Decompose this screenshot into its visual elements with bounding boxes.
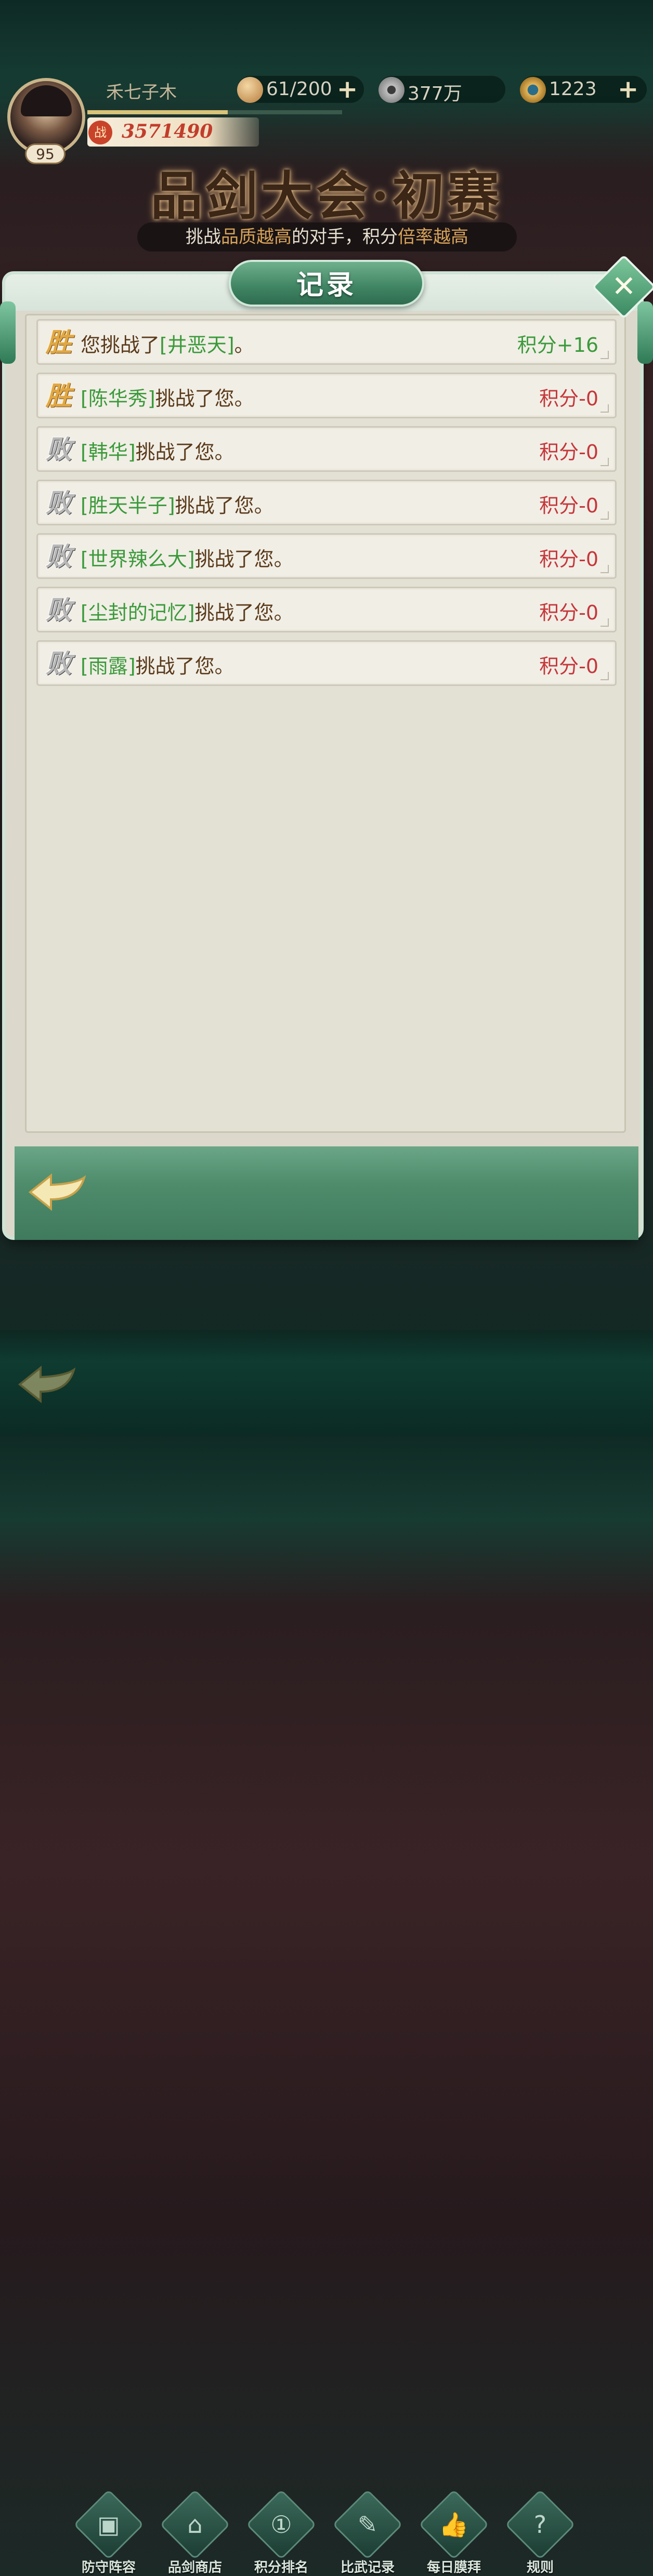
shop-icon-glyph: ⌂: [187, 2511, 203, 2539]
record-suffix: 挑战了您。: [175, 494, 274, 517]
record-opponent: [胜天半子]: [81, 494, 175, 517]
nav-label: 每日膜拜: [426, 2560, 481, 2575]
record-row: 胜您挑战了[井恶天]。 积分+16: [36, 319, 617, 365]
record-suffix: 挑战了您。: [194, 601, 294, 624]
close-icon[interactable]: ✕: [601, 264, 647, 310]
back-arrow-icon[interactable]: [28, 1172, 86, 1212]
record-row: 败 [雨露]挑战了您。 积分-0: [36, 640, 617, 686]
banner-subtitle-highlight: 倍率越高: [398, 227, 468, 247]
record-prefix: 您挑战了: [81, 334, 160, 356]
corner-ornament: [600, 672, 609, 680]
jade-ring-icon: [520, 77, 546, 103]
win-badge-icon: 胜: [46, 380, 72, 411]
nav-item-rules[interactable]: ? 规则: [505, 2489, 576, 2575]
nav-item-shop[interactable]: ⌂ 品剑商店: [160, 2489, 230, 2575]
bun-icon: [237, 77, 263, 103]
corner-ornament: [600, 565, 609, 573]
record-message: [尘封的记忆]挑战了您。: [81, 597, 294, 625]
banner-subtitle-part: 挑战: [186, 227, 221, 247]
nav-item-formation[interactable]: ▣ 防守阵容: [73, 2489, 144, 2575]
record-suffix: 。: [234, 334, 254, 356]
resource-bun-value: 61/200: [266, 78, 332, 100]
copper-coin-icon: [378, 77, 404, 103]
lose-badge-icon: 败: [46, 595, 72, 625]
record-suffix: 挑战了您。: [135, 441, 234, 464]
record-opponent: [世界辣么大]: [81, 548, 195, 571]
left-tassel-ornament: [0, 301, 16, 364]
avatar-hair: [21, 85, 72, 116]
rules-icon-glyph: ?: [533, 2511, 547, 2539]
record-message: [世界辣么大]挑战了您。: [81, 543, 294, 572]
corner-ornament: [600, 458, 609, 466]
record-score: 积分-0: [539, 655, 598, 678]
banner-subtitle-highlight: 品质越高: [221, 227, 292, 247]
lose-badge-icon: 败: [46, 648, 72, 679]
record-modal-footer: [15, 1146, 638, 1240]
formation-icon-glyph: ▣: [97, 2511, 120, 2539]
banner-subtitle-part: 的对手，积分: [292, 227, 398, 247]
bottom-bar: [0, 1330, 653, 1434]
back-arrow-icon[interactable]: [18, 1365, 76, 1404]
corner-ornament: [600, 618, 609, 627]
record-suffix: 挑战了您。: [135, 655, 234, 678]
banner-subtitle: 挑战品质越高的对手，积分倍率越高: [137, 222, 517, 252]
lose-badge-icon: 败: [46, 541, 72, 572]
record-opponent: [尘封的记忆]: [81, 601, 195, 624]
lose-badge-icon: 败: [46, 434, 72, 465]
record-score: 积分-0: [539, 494, 598, 517]
corner-ornament: [600, 404, 609, 413]
record-row: 败 [韩华]挑战了您。 积分-0: [36, 426, 617, 472]
record-message: [胜天半子]挑战了您。: [81, 490, 274, 518]
resource-coin-value: 377万: [408, 83, 462, 104]
corner-ornament: [600, 511, 609, 520]
modal-title: 记录: [296, 269, 357, 301]
record-suffix: 挑战了您。: [194, 548, 294, 571]
right-tassel-ornament: [637, 301, 653, 364]
nav-item-thumbs-up[interactable]: 👍 每日膜拜: [419, 2489, 489, 2575]
record-message: 您挑战了[井恶天]。: [81, 329, 254, 358]
record-row: 胜 [陈华秀]挑战了您。 积分-0: [36, 373, 617, 418]
record-message: [韩华]挑战了您。: [81, 436, 234, 465]
lose-badge-icon: 败: [46, 487, 72, 518]
battle-record-icon-glyph: ✎: [357, 2511, 378, 2539]
thumbs-up-icon-glyph: 👍: [439, 2511, 469, 2539]
player-name: 禾七子木: [106, 82, 177, 103]
win-badge-icon: 胜: [46, 327, 72, 358]
record-score: 积分-0: [539, 441, 598, 464]
exp-bar: [87, 110, 342, 114]
record-opponent: [雨露]: [81, 655, 136, 678]
record-row: 败 [世界辣么大]挑战了您。 积分-0: [36, 533, 617, 579]
nav-label: 防守阵容: [81, 2560, 136, 2575]
record-row: 败 [尘封的记忆]挑战了您。 积分-0: [36, 587, 617, 632]
record-suffix: 挑战了您。: [155, 387, 254, 410]
record-score: 积分-0: [539, 548, 598, 571]
add-bun-button[interactable]: +: [337, 77, 358, 102]
nav-item-battle-record[interactable]: ✎ 比武记录: [332, 2489, 403, 2575]
exp-bar-fill: [87, 110, 228, 114]
record-row: 败 [胜天半子]挑战了您。 积分-0: [36, 480, 617, 525]
record-opponent: [井恶天]: [160, 334, 234, 356]
banner-title: 品剑大会·初赛: [150, 165, 503, 227]
record-score: 积分-0: [539, 601, 598, 624]
resource-jade-value: 1223: [549, 78, 597, 100]
add-jade-button[interactable]: +: [618, 77, 638, 102]
nav-label: 品剑商店: [167, 2560, 222, 2575]
record-opponent: [韩华]: [81, 441, 136, 464]
record-score: 积分+16: [517, 334, 598, 356]
record-message: [雨露]挑战了您。: [81, 650, 234, 679]
record-score: 积分-0: [539, 387, 598, 410]
record-message: [陈华秀]挑战了您。: [81, 382, 254, 411]
power-value: 3571490: [122, 121, 213, 142]
ranking-icon-glyph: ①: [270, 2511, 292, 2539]
nav-item-ranking[interactable]: ① 积分排名: [246, 2489, 317, 2575]
nav-label: 规则: [526, 2560, 554, 2575]
power-icon: 战: [88, 121, 112, 144]
nav-label: 积分排名: [254, 2560, 308, 2575]
nav-label: 比武记录: [340, 2560, 395, 2575]
corner-ornament: [600, 351, 609, 359]
record-opponent: [陈华秀]: [81, 387, 155, 410]
